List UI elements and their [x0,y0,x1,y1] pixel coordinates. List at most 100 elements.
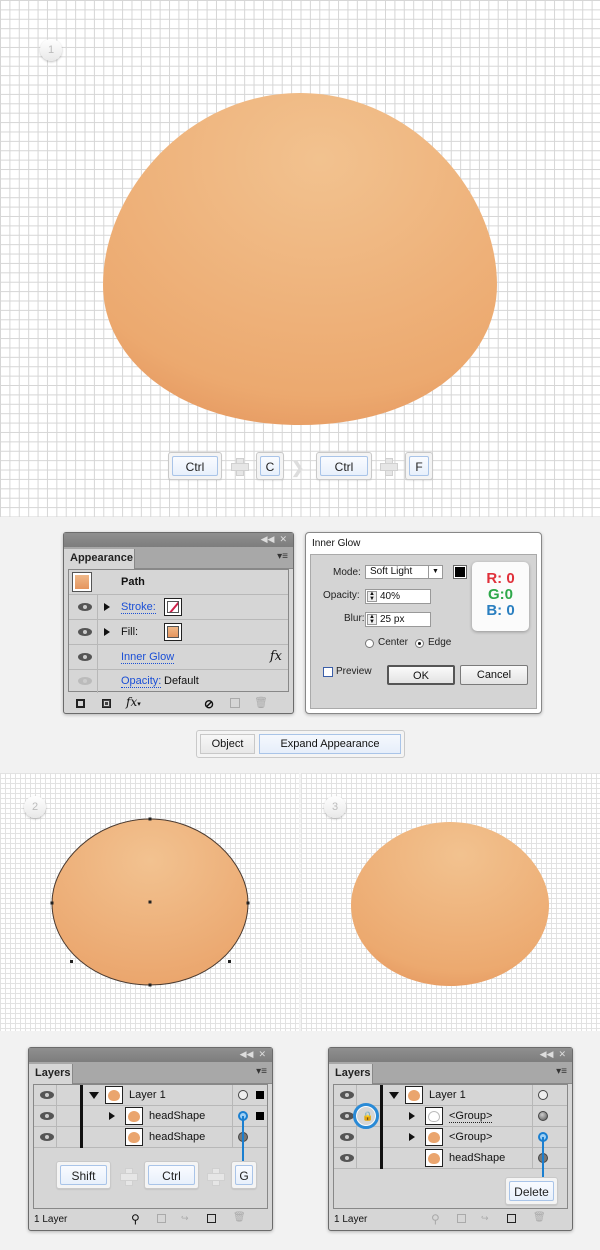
lock-icon[interactable]: 🔒 [362,1111,373,1122]
visibility-eye-icon[interactable] [40,1133,54,1141]
plus-icon [231,458,249,476]
create-new-layer-icon[interactable] [207,1214,216,1223]
visibility-eye-icon[interactable] [340,1133,354,1141]
appearance-stroke-row[interactable]: Stroke: [69,595,288,620]
layer-row[interactable]: headShape [34,1127,267,1148]
fill-swatch[interactable] [164,623,182,641]
panel-menu-icon[interactable]: ▾≡ [277,551,288,562]
tab-appearance[interactable]: Appearance [64,549,135,569]
layer-name[interactable]: headShape [149,1110,205,1122]
expand-triangle-icon[interactable] [104,603,110,611]
target-circle-icon[interactable] [538,1090,548,1100]
menu-expand-appearance[interactable]: Expand Appearance [259,734,401,754]
key-shift: Shift [56,1161,111,1189]
layer-name[interactable]: headShape [149,1131,205,1143]
target-circle-icon[interactable] [238,1090,248,1100]
appearance-fill-row[interactable]: Fill: [69,620,288,645]
tab-layers[interactable]: Layers [29,1064,73,1084]
mode-select[interactable]: Soft Light ▼ [365,565,443,579]
visibility-eye-icon[interactable] [78,653,92,661]
create-new-layer-icon[interactable] [507,1214,516,1223]
clear-appearance-icon[interactable]: ⊘ [204,697,214,711]
layer-row[interactable]: 🔒 <Group> [334,1103,567,1129]
visibility-eye-icon[interactable] [340,1154,354,1162]
visibility-eye-icon[interactable] [340,1112,354,1120]
appearance-path-row[interactable]: Path [69,570,288,595]
rgb-b-value: B: 0 [486,602,515,619]
close-icon[interactable]: ✕ [279,534,287,544]
layer-name[interactable]: headShape [449,1152,505,1164]
opacity-input[interactable]: ▲ ▼ 40% [365,589,431,604]
stroke-link[interactable]: Stroke: [121,601,156,614]
expand-triangle-icon[interactable] [104,628,110,636]
appearance-opacity-row[interactable]: Opacity: Default [69,670,288,693]
visibility-eye-icon[interactable] [78,628,92,636]
head-shapes-step2-3 [50,817,549,987]
collapse-triangle-icon[interactable] [389,1092,399,1099]
glow-color-swatch[interactable] [453,565,467,579]
head-shape-step1 [103,93,497,425]
layers-panel-right: ◀◀ ✕ Layers ▾≡ Layer 1 🔒 <Group> <Group>… [328,1047,573,1231]
key-f: F [405,452,433,480]
visibility-eye-icon[interactable] [40,1112,54,1120]
selection-square-icon[interactable] [256,1112,264,1120]
layer-name[interactable]: Layer 1 [129,1089,166,1101]
layer-thumbnail [425,1128,443,1146]
target-circle-icon[interactable] [538,1111,548,1121]
tab-layers[interactable]: Layers [329,1064,373,1084]
ok-button[interactable]: OK [387,665,455,685]
visibility-eye-icon[interactable] [78,603,92,611]
layer-count: 1 Layer [334,1214,368,1225]
layer-row[interactable]: headShape [34,1106,267,1127]
expand-triangle-icon[interactable] [409,1133,415,1141]
menu-object[interactable]: Object [200,734,255,754]
cancel-button[interactable]: Cancel [460,665,528,685]
arrow-right-icon: ❯ [291,460,305,477]
layer-row[interactable]: <Group> [334,1127,567,1148]
layer-row[interactable]: headShape [334,1148,567,1169]
panel-menu-icon[interactable]: ▾≡ [256,1066,267,1077]
stroke-none-swatch[interactable] [164,598,182,616]
key-ctrl-2: Ctrl [316,452,372,480]
layer-name[interactable]: Layer 1 [429,1089,466,1101]
expand-triangle-icon[interactable] [409,1112,415,1120]
collapse-icon[interactable]: ◀◀ [261,534,275,544]
add-stroke-icon[interactable] [76,699,85,708]
layer-row[interactable]: Layer 1 [34,1085,267,1106]
spinner-icon[interactable]: ▲ ▼ [367,614,377,625]
center-radio[interactable] [365,639,374,648]
spinner-icon[interactable]: ▲ ▼ [367,591,377,602]
panel-menu-icon[interactable]: ▾≡ [556,1066,567,1077]
visibility-eye-icon[interactable] [340,1091,354,1099]
locate-object-icon[interactable]: ⚲ [131,1212,140,1226]
blur-input[interactable]: ▲ ▼ 25 px [365,612,431,627]
plus-icon [120,1168,138,1186]
head-shape [103,93,497,425]
drag-connector [542,1137,544,1180]
create-sublayer-icon: ↪ [481,1213,489,1223]
visibility-eye-icon[interactable] [40,1091,54,1099]
selection-square-icon[interactable] [256,1091,264,1099]
delete-layer-icon: 🗑 [233,1212,246,1223]
appearance-inner-glow-row[interactable]: Inner Glow fx [69,645,288,670]
expand-triangle-icon[interactable] [109,1112,115,1120]
inner-glow-link[interactable]: Inner Glow [121,651,175,664]
collapse-triangle-icon[interactable] [89,1092,99,1099]
key-delete: Delete [505,1177,558,1205]
opacity-link[interactable]: Opacity: [121,675,162,688]
key-c: C [256,452,284,480]
make-clipping-mask-icon [157,1214,166,1223]
add-effect-icon[interactable]: fx▾ [126,695,141,709]
layer-name[interactable]: <Group> [449,1110,493,1123]
collapse-icon[interactable]: ◀◀ [540,1049,554,1059]
menu-path: Object Expand Appearance [196,730,405,758]
preview-checkbox[interactable] [323,667,333,677]
visibility-eye-icon[interactable] [78,677,92,685]
close-icon[interactable]: ✕ [558,1049,566,1059]
collapse-icon[interactable]: ◀◀ [240,1049,254,1059]
add-fill-icon[interactable] [102,699,111,708]
layer-name[interactable]: <Group> [449,1131,492,1143]
close-icon[interactable]: ✕ [258,1049,266,1059]
fx-icon[interactable]: fx [270,649,282,664]
edge-radio[interactable] [415,639,424,648]
